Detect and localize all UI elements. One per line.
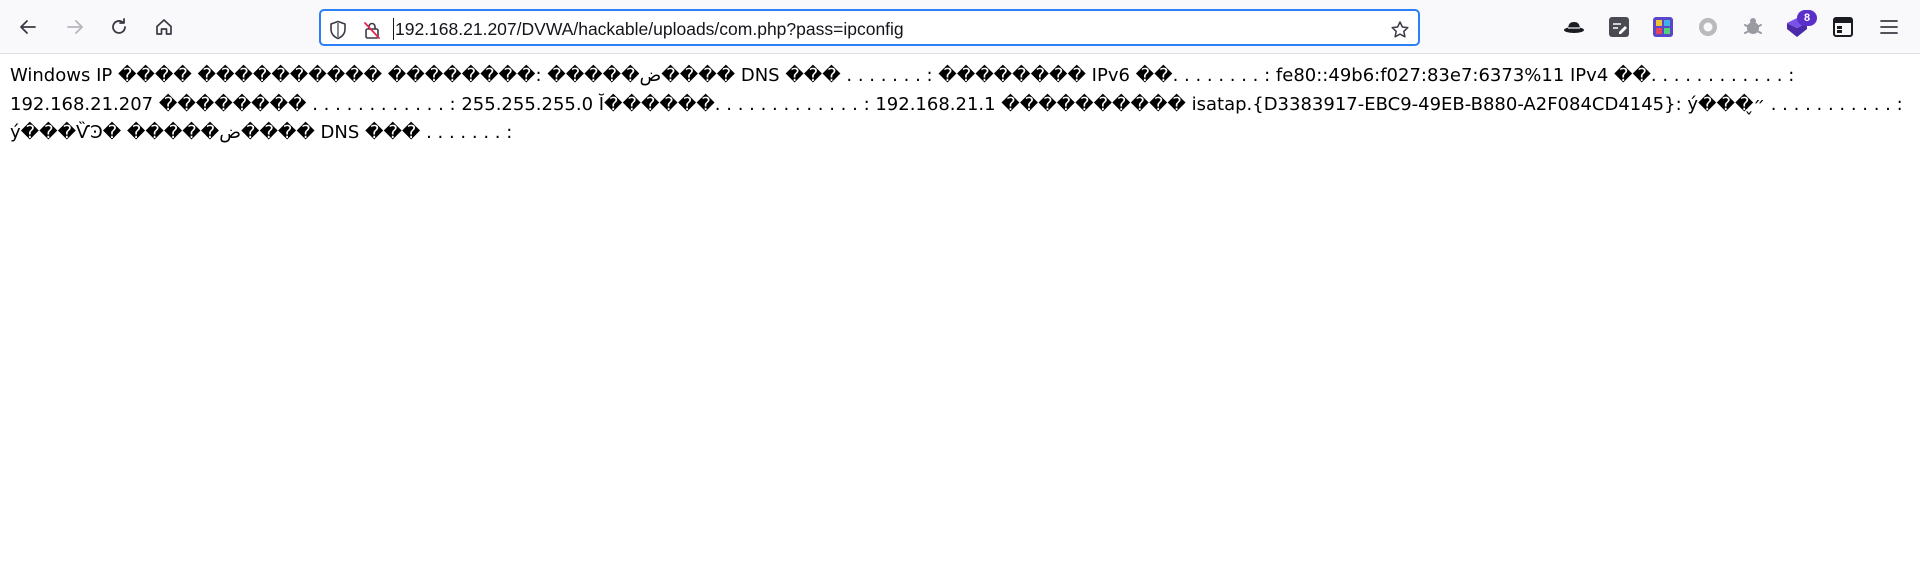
- menu-icon[interactable]: [1875, 13, 1903, 41]
- reload-icon: [109, 17, 129, 37]
- reload-button[interactable]: [103, 11, 135, 43]
- colorful-grid-icon[interactable]: [1649, 13, 1677, 41]
- circle-icon[interactable]: [1694, 13, 1722, 41]
- browser-toolbar: 192.168.21.207/DVWA/hackable/uploads/com…: [0, 0, 1920, 54]
- address-bar[interactable]: 192.168.21.207/DVWA/hackable/uploads/com…: [319, 9, 1420, 46]
- puzzle-bug-icon[interactable]: [1739, 13, 1767, 41]
- arrow-left-icon: [18, 17, 38, 37]
- home-button[interactable]: [148, 11, 180, 43]
- home-icon: [154, 17, 174, 37]
- insecure-lock-icon[interactable]: [361, 19, 383, 41]
- back-button[interactable]: [12, 11, 44, 43]
- hat-icon[interactable]: [1560, 13, 1588, 41]
- shield-icon[interactable]: [327, 19, 349, 41]
- star-icon[interactable]: [1389, 19, 1411, 41]
- text-caret: [393, 18, 394, 40]
- url-input[interactable]: 192.168.21.207/DVWA/hackable/uploads/com…: [395, 18, 904, 40]
- edit-note-icon[interactable]: [1605, 13, 1633, 41]
- notification-badge: 8: [1797, 10, 1817, 26]
- command-output: Windows IP ���� ���������� ��������: ���…: [10, 65, 1903, 143]
- forward-button[interactable]: [59, 11, 91, 43]
- panel-icon[interactable]: [1829, 13, 1857, 41]
- arrow-right-icon: [65, 17, 85, 37]
